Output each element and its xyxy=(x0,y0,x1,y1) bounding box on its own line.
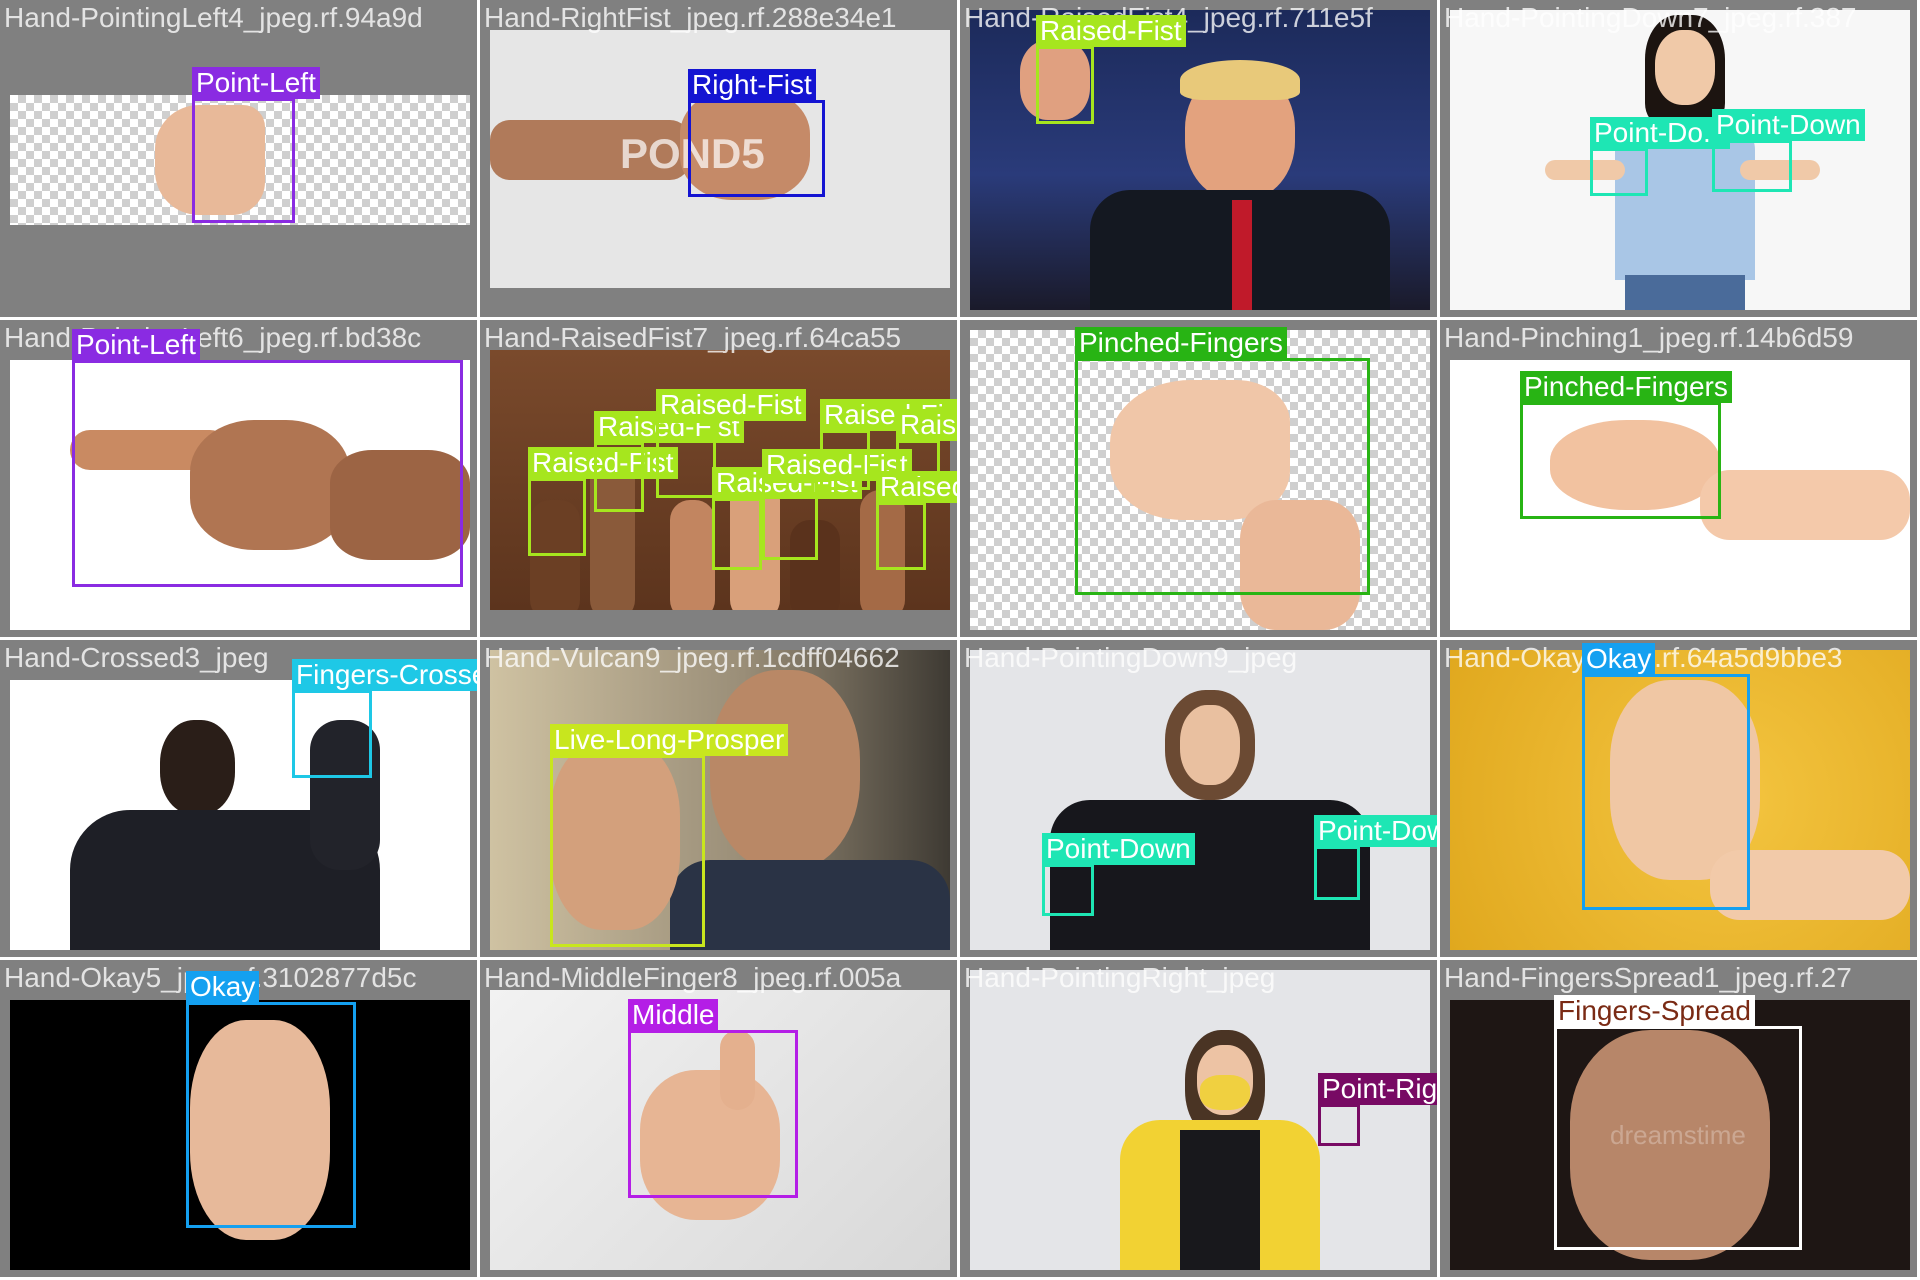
tie xyxy=(1232,200,1252,310)
bbox-point-down-2: Point-Down xyxy=(1314,815,1437,900)
tile-fingers-spread: dreamstime Hand-FingersSpread1_jpeg.rf.2… xyxy=(1440,960,1920,1280)
bbox-point-down-2: Point-Down xyxy=(1712,109,1865,192)
tile-filename: Hand-PointingLeft6_jpeg.rf.bd38c xyxy=(4,322,422,353)
bbox-okay: Okay xyxy=(186,971,356,1228)
bbox-raised-fist-2: Raised-Fist xyxy=(594,411,744,512)
bbox-label: Okay xyxy=(186,971,260,1003)
tile-point-left-6: Hand-PointingLeft6_jpeg.rf.bd38c Point-L… xyxy=(0,320,480,640)
bbox-live-long-prosper: Live-Long-Prosper xyxy=(550,724,789,947)
bbox-label: Point-Left xyxy=(192,67,320,99)
bbox-right-fist: Right-Fist xyxy=(688,69,825,197)
person-face xyxy=(710,670,860,870)
bbox-raised-fist: Raised-Fist xyxy=(1036,15,1186,124)
bbox-raised-fist-3: Raised-Fist xyxy=(656,389,806,498)
tile-filename: Hand-FingersSpread1_jpeg.rf.27 xyxy=(1444,962,1852,993)
bbox-label: Okay xyxy=(1582,643,1656,675)
bbox-label: Point-Left xyxy=(72,329,200,361)
person-uniform xyxy=(670,860,950,950)
bbox-label: Point-Down xyxy=(1712,109,1865,141)
tile-middle-finger: Hand-MiddleFinger8_jpeg.rf.005a Middle xyxy=(480,960,960,1280)
bbox-raised-fist-8: Raised-Fist xyxy=(896,409,957,480)
bbox-label: Live-Long-Prosper xyxy=(550,724,789,756)
bbox-label: Fingers-Crossed xyxy=(292,659,477,691)
person-hair xyxy=(1180,60,1300,100)
tile-right-fist: POND5 Hand-RightFist_jpeg.rf.288e34e1 Ri… xyxy=(480,0,960,320)
person-face xyxy=(1655,30,1715,105)
tile-pinched-fingers-checker: Pinched-Fingers xyxy=(960,320,1440,640)
bbox-label: Middle xyxy=(628,999,719,1031)
tile-filename: Hand-Crossed3_jpeg xyxy=(4,642,269,673)
bbox-point-left: Point-Left xyxy=(192,67,320,223)
tile-point-left-4: Hand-PointingLeft4_jpeg.rf.94a9d Point-L… xyxy=(0,0,480,320)
bbox-point-down-1: Point-Do... xyxy=(1590,117,1731,196)
bbox-label: Right-Fist xyxy=(688,69,816,101)
bbox-middle: Middle xyxy=(628,999,798,1198)
arm xyxy=(670,500,715,610)
bbox-label: Raised-Fist xyxy=(1036,15,1186,47)
tile-raised-fist-crowd: Hand-RaisedFist7_jpeg.rf.64ca55 Raised-F… xyxy=(480,320,960,640)
bbox-okay: Okay xyxy=(1582,643,1750,910)
mask xyxy=(1200,1075,1250,1110)
tile-pinched-fingers-white: Hand-Pinching1_jpeg.rf.14b6d59 Pinched-F… xyxy=(1440,320,1920,640)
tile-raised-fist-speaker: Hand-RaisedFist4_jpeg.rf.711e5f Raised-F… xyxy=(960,0,1440,320)
tile-fingers-crossed: Hand-Crossed3_jpeg Fingers-Crossed xyxy=(0,640,480,960)
bbox-raised-fist-4: Raised-Fist xyxy=(712,467,862,570)
photo xyxy=(970,650,1430,950)
bbox-label: Point-Do... xyxy=(1590,117,1731,149)
bbox-pinched-fingers: Pinched-Fingers xyxy=(1520,371,1732,519)
person-head xyxy=(160,720,235,815)
tile-filename: Hand-Pinching1_jpeg.rf.14b6d59 xyxy=(1444,322,1854,353)
bbox-fingers-spread: Fingers-Spread xyxy=(1554,995,1802,1250)
tile-okay-black: Hand-Okay5_jpeg.rf.3102877d5c Okay xyxy=(0,960,480,1280)
bbox-label: Point-Down xyxy=(1042,833,1195,865)
photo xyxy=(970,970,1430,1270)
bbox-point-right: Point-Right xyxy=(1318,1073,1437,1146)
photo xyxy=(10,680,470,950)
bbox-raised-fist-1: Raised-Fist xyxy=(528,447,678,556)
photo xyxy=(1450,10,1910,310)
bbox-label: Point-Right xyxy=(1318,1073,1437,1105)
bbox-raised-fist-5: Raised-Fist xyxy=(762,449,912,560)
bbox-label: Pinched-Fingers xyxy=(1075,327,1287,359)
tile-live-long-prosper: Hand-Vulcan9_jpeg.rf.1cdff04662 Live-Lon… xyxy=(480,640,960,960)
bbox-label: Raised-Fist xyxy=(656,389,806,421)
shirt xyxy=(1180,1130,1260,1270)
bbox-point-left: Point-Left xyxy=(72,329,463,587)
bbox-raised-fist-7: Raised-Fist xyxy=(876,471,957,570)
person-face xyxy=(1180,705,1240,785)
bbox-fingers-crossed: Fingers-Crossed xyxy=(292,659,477,778)
bbox-label: Pinched-Fingers xyxy=(1520,371,1732,403)
jeans xyxy=(1625,275,1745,310)
tile-point-right: Hand-PointingRight_jpeg Point-Right xyxy=(960,960,1440,1280)
bbox-point-down-1: Point-Down xyxy=(1042,833,1195,916)
bbox-label: Raised-Fist xyxy=(896,409,957,441)
tile-point-down-woman: Hand-PointingDown7_jpeg.rf.387 Point-Do.… xyxy=(1440,0,1920,320)
bbox-pinched-fingers: Pinched-Fingers xyxy=(1075,327,1370,595)
tile-filename: Hand-PointingLeft4_jpeg.rf.94a9d xyxy=(4,2,423,33)
bbox-label: Fingers-Spread xyxy=(1554,995,1755,1027)
bbox-label: Point-Down xyxy=(1314,815,1437,847)
bbox-raised-fist-6: Raised-Fist xyxy=(820,399,957,490)
detection-mosaic: Hand-PointingLeft4_jpeg.rf.94a9d Point-L… xyxy=(0,0,1920,1280)
tile-point-down-9: Hand-PointingDown9_jpeg Point-Down Point… xyxy=(960,640,1440,960)
tile-okay-yellow: Hand-Okay_jpeg.rf.64a5d9bbe3 Okay xyxy=(1440,640,1920,960)
arm-shape xyxy=(1700,470,1910,540)
